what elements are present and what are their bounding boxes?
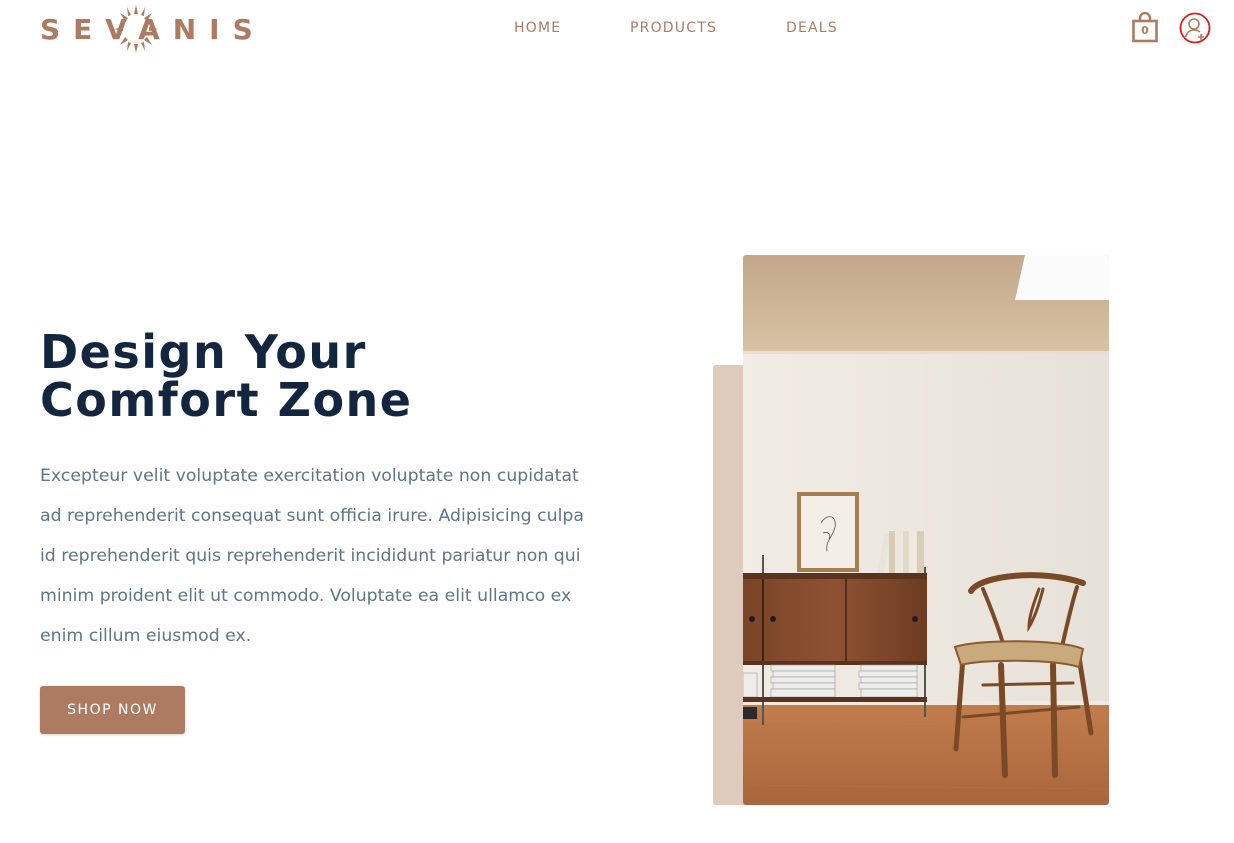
site-header: SEVANIS HOME PRODUCTS DEALS 0	[0, 0, 1234, 58]
cart-button[interactable]: 0	[1130, 11, 1160, 44]
hero-description-line: enim cillum eiusmod ex.	[40, 626, 252, 646]
hero-title-line: Design Your	[40, 325, 367, 379]
hero-description: Excepteur velit voluptate exercitation v…	[40, 456, 600, 656]
nav-item-products[interactable]: PRODUCTS	[630, 18, 717, 38]
room-illustration	[743, 255, 1109, 805]
cart-count-badge: 0	[1141, 24, 1149, 37]
hero-image	[743, 255, 1109, 805]
hero-description-line: ad reprehenderit consequat sunt officia …	[40, 506, 584, 526]
user-add-icon	[1179, 12, 1211, 44]
nav-item-deals[interactable]: DEALS	[786, 18, 838, 38]
hero-title-line: Comfort Zone	[40, 373, 413, 427]
hero-description-line: minim proident elit ut commodo. Voluptat…	[40, 586, 572, 606]
shop-now-button[interactable]: SHOP NOW	[40, 686, 185, 734]
nav-item-home[interactable]: HOME	[514, 18, 561, 38]
hero-description-line: Excepteur velit voluptate exercitation v…	[40, 466, 579, 486]
user-account-button[interactable]	[1179, 12, 1211, 44]
main-nav: HOME PRODUCTS DEALS	[0, 18, 1234, 40]
hero-title: Design Your Comfort Zone	[40, 328, 600, 424]
hero-description-line: id reprehenderit quis reprehenderit inci…	[40, 546, 581, 566]
